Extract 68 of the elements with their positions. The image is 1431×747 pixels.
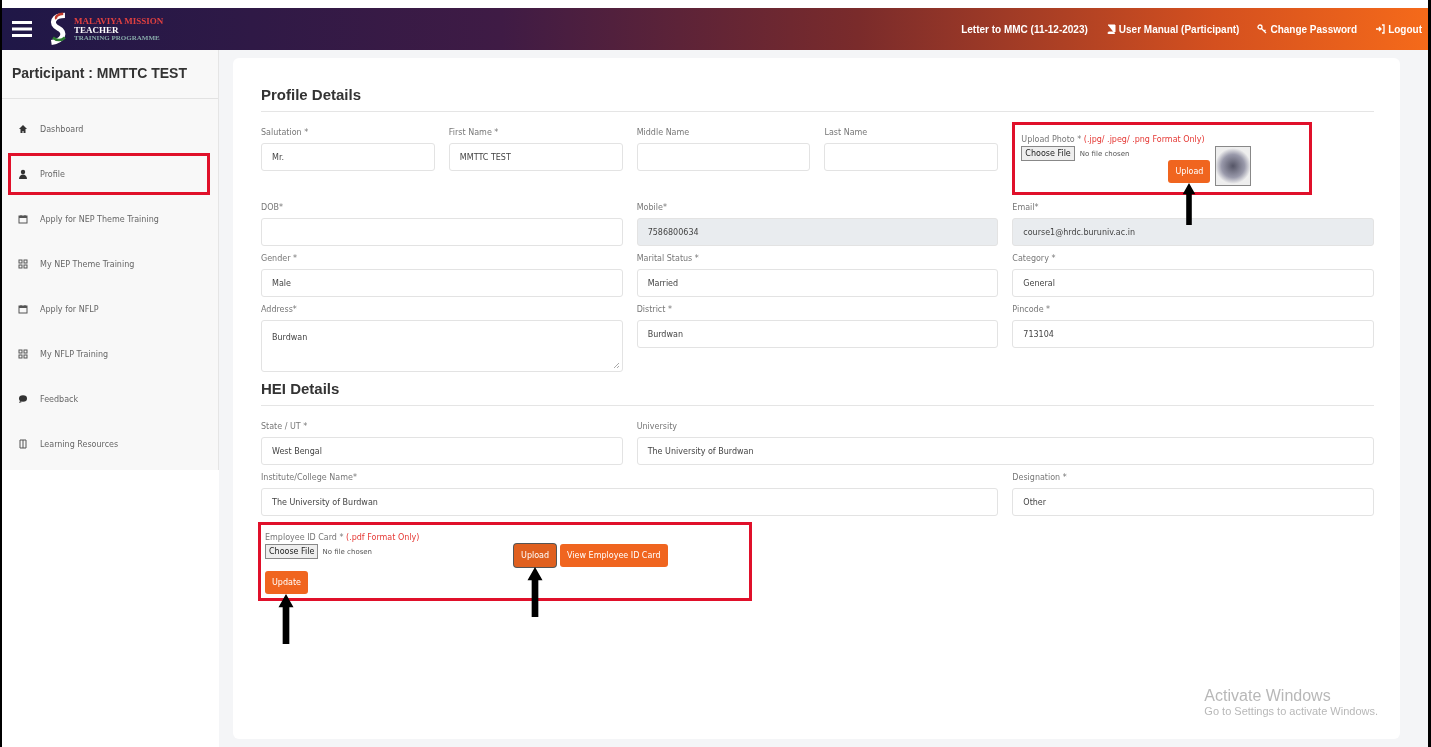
choose-file-button[interactable]: Choose File bbox=[265, 544, 319, 559]
input-field[interactable]: West Bengal bbox=[261, 437, 623, 465]
calendar-icon bbox=[18, 304, 28, 314]
sidebar-item[interactable]: My NEP Theme Training bbox=[8, 243, 210, 285]
field-label: Upload Photo * (.jpg/ .jpeg/ .png Format Only) bbox=[1021, 135, 1205, 144]
field-label: Designation * bbox=[1012, 473, 1068, 482]
participant-name: Participant : MMTTC TEST bbox=[2, 50, 218, 99]
text-area[interactable]: Burdwan bbox=[261, 320, 623, 372]
key-icon bbox=[1257, 24, 1268, 34]
sidebar-item[interactable]: Learning Resources bbox=[8, 423, 210, 465]
sidebar-item[interactable]: My NFLP Training bbox=[8, 333, 210, 375]
sidebar-item[interactable]: Profile bbox=[8, 153, 210, 195]
input-field[interactable]: Burdwan bbox=[636, 320, 999, 348]
calendar-icon bbox=[18, 214, 28, 224]
input-field[interactable]: Other bbox=[1012, 488, 1374, 516]
field-label: First Name * bbox=[448, 128, 500, 137]
input-field[interactable] bbox=[261, 218, 623, 246]
input-field[interactable]: Mr. bbox=[261, 143, 435, 171]
input-field[interactable]: General bbox=[1012, 269, 1374, 297]
field-label: Employee ID Card * (.pdf Format Only) bbox=[265, 533, 420, 542]
input-field[interactable] bbox=[824, 143, 999, 171]
field-label: Last Name bbox=[824, 128, 869, 137]
input-field[interactable]: Married bbox=[636, 269, 999, 297]
user-icon bbox=[18, 169, 28, 179]
header-link[interactable]: User Manual (Participant) bbox=[1105, 23, 1240, 35]
field-label: Pincode * bbox=[1012, 305, 1052, 314]
input-field[interactable]: The University of Burdwan bbox=[636, 437, 1374, 465]
sidebar-item[interactable]: Apply for NFLP bbox=[8, 288, 210, 330]
input-field[interactable]: 7586800634 bbox=[636, 218, 999, 246]
field-label: Salutation * bbox=[261, 128, 310, 137]
logo-text: TEACHER bbox=[74, 25, 120, 35]
input-field[interactable]: course1@hrdc.buruniv.ac.in bbox=[1012, 218, 1374, 246]
sidebar-item[interactable]: Dashboard bbox=[8, 108, 210, 150]
sidebar-item[interactable]: Feedback bbox=[8, 378, 210, 420]
input-field[interactable]: MMTTC TEST bbox=[448, 143, 623, 171]
logout-icon bbox=[1375, 24, 1386, 34]
resize-grip-icon bbox=[611, 361, 620, 369]
input-field[interactable]: Male bbox=[261, 269, 623, 297]
section-title: HEI Details bbox=[261, 378, 1374, 406]
field-label: DOB* bbox=[261, 203, 284, 212]
activation-title: Activate Windows bbox=[1204, 687, 1332, 705]
field-label: Institute/College Name* bbox=[261, 473, 358, 482]
logo-text: MALAVIYA MISSION bbox=[74, 16, 164, 26]
field-label: University bbox=[636, 422, 678, 431]
section-title: Profile Details bbox=[261, 76, 1374, 112]
field-label: Email* bbox=[1012, 203, 1040, 212]
sidebar-item[interactable]: Apply for NEP Theme Training bbox=[8, 198, 210, 240]
grid-icon bbox=[18, 349, 28, 359]
field-label: Mobile* bbox=[636, 203, 668, 212]
field-label: State / UT * bbox=[261, 422, 309, 431]
upload-button[interactable]: Upload bbox=[514, 544, 557, 567]
field-label: Middle Name bbox=[636, 128, 691, 137]
input-field[interactable]: 713104 bbox=[1012, 320, 1374, 348]
field-label: Category * bbox=[1012, 254, 1057, 263]
header-link[interactable]: Change Password bbox=[1257, 23, 1358, 35]
home-icon bbox=[18, 124, 28, 134]
input-field[interactable]: The University of Burdwan bbox=[261, 488, 999, 516]
choose-file-button[interactable]: Choose File bbox=[1021, 146, 1075, 161]
field-label: Marital Status * bbox=[636, 254, 700, 263]
field-label: Gender * bbox=[261, 254, 299, 263]
header-link[interactable]: Letter to MMC (11-12-2023) bbox=[961, 23, 1088, 35]
input-field[interactable] bbox=[636, 143, 811, 171]
field-label: District * bbox=[636, 305, 673, 314]
field-label: Address* bbox=[261, 305, 298, 314]
grid-icon bbox=[18, 259, 28, 269]
menu-icon[interactable] bbox=[12, 21, 32, 37]
activation-text: Go to Settings to activate Windows. bbox=[1204, 705, 1378, 717]
comment-icon bbox=[18, 394, 28, 404]
